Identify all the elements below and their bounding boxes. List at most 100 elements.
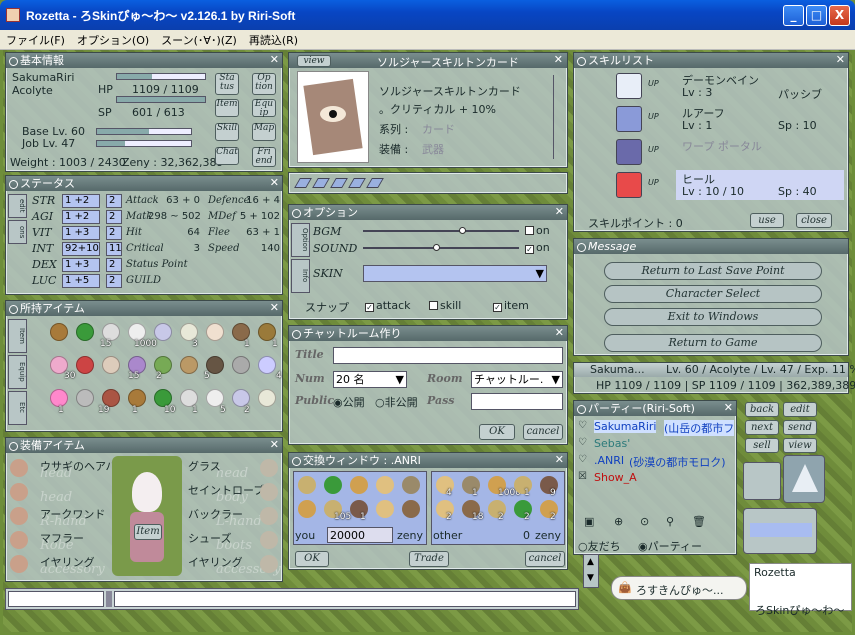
party-tool-1-icon[interactable]: ▣ bbox=[584, 515, 594, 528]
party-member-icon[interactable]: ♡ bbox=[578, 420, 587, 431]
trade-you-item[interactable] bbox=[324, 476, 342, 494]
trade-you-item[interactable] bbox=[298, 476, 316, 494]
equip-right-name[interactable]: イヤリング bbox=[188, 554, 243, 570]
chatroom-header[interactable]: チャットルーム作り ✕ bbox=[289, 326, 567, 341]
equip-left-watermark[interactable]: head bbox=[40, 490, 72, 505]
map-button[interactable]: Map bbox=[252, 123, 276, 141]
return-to-game-button[interactable]: Return to Game bbox=[604, 334, 822, 352]
stat-value[interactable]: 1 +3 bbox=[62, 226, 100, 240]
side-send-button[interactable]: send bbox=[783, 420, 817, 435]
equip-button[interactable]: Equ ip bbox=[252, 99, 276, 118]
friend-radio[interactable]: ○友だち bbox=[578, 538, 621, 554]
skill-extra[interactable]: Sp : 40 bbox=[778, 185, 817, 198]
minimize-button[interactable]: _ bbox=[783, 5, 804, 26]
equip-item-button[interactable]: Item bbox=[134, 524, 162, 540]
public-radio[interactable]: ◉公開 bbox=[333, 394, 365, 410]
inventory-item[interactable] bbox=[50, 323, 68, 341]
party-search-icon[interactable]: ⚲ bbox=[666, 515, 674, 528]
snap-attack-label[interactable]: attack bbox=[376, 299, 411, 312]
side-view-button[interactable]: view bbox=[783, 438, 817, 453]
party-member-name[interactable]: Show_A bbox=[594, 471, 637, 484]
equip-right-icon[interactable] bbox=[260, 459, 278, 477]
stat-name[interactable]: DEX bbox=[32, 258, 57, 271]
stat-value[interactable]: 1 +3 bbox=[62, 258, 100, 272]
equip-right-icon[interactable] bbox=[260, 555, 278, 573]
trade-you-item[interactable] bbox=[350, 476, 368, 494]
stat-points[interactable]: 2 bbox=[106, 226, 122, 240]
option-button[interactable]: Op tion bbox=[252, 73, 276, 95]
skill-up-button[interactable]: UP bbox=[648, 178, 659, 187]
equip-left-icon[interactable] bbox=[10, 555, 28, 573]
skill-icon[interactable] bbox=[616, 139, 642, 165]
inventory-header[interactable]: 所持アイテム ✕ bbox=[6, 301, 282, 316]
side-next-button[interactable]: next bbox=[745, 420, 779, 435]
equip-right-icon[interactable] bbox=[260, 483, 278, 501]
skill-level[interactable]: Lv : 10 / 10 bbox=[682, 185, 744, 198]
card-header[interactable]: view ソルジャースキルトンカード ✕ bbox=[289, 53, 567, 69]
whisper-input[interactable] bbox=[8, 591, 104, 607]
card-slot[interactable] bbox=[330, 178, 348, 188]
equip-right-name[interactable]: グラス bbox=[188, 458, 221, 474]
stat-left-label[interactable]: GUILD bbox=[126, 275, 161, 286]
inventory-item[interactable] bbox=[258, 356, 276, 374]
chat-input[interactable] bbox=[114, 591, 576, 607]
skill-close-button[interactable]: close bbox=[796, 213, 832, 228]
menu-file[interactable]: ファイル(F) bbox=[0, 30, 71, 50]
trade-other-qty[interactable]: 1 bbox=[524, 488, 530, 498]
stat-left-value[interactable]: 63 + 0 bbox=[148, 195, 200, 206]
status-side-ons[interactable]: ons bbox=[8, 220, 27, 244]
status-side-edit[interactable]: edit bbox=[8, 194, 27, 218]
equip-left-icon[interactable] bbox=[10, 531, 28, 549]
party-tool-3-icon[interactable]: ⊙ bbox=[640, 515, 649, 528]
equipment-header[interactable]: 装備アイテム ✕ bbox=[6, 438, 282, 453]
inventory-item[interactable] bbox=[206, 323, 224, 341]
chat-scroll-arrows[interactable]: ▲ ▼ bbox=[583, 554, 599, 588]
stat-points[interactable]: 2 bbox=[106, 210, 122, 224]
item-quantity[interactable]: 2 bbox=[156, 371, 162, 381]
exit-windows-button[interactable]: Exit to Windows bbox=[604, 308, 822, 326]
party-member-icon[interactable]: ☒ bbox=[578, 471, 587, 482]
item-quantity[interactable]: 19 bbox=[98, 405, 109, 415]
maximize-button[interactable]: □ bbox=[806, 5, 827, 26]
card-slot[interactable] bbox=[294, 178, 312, 188]
side-back-button[interactable]: back bbox=[745, 402, 779, 417]
equip-left-name[interactable]: イヤリング bbox=[40, 554, 95, 570]
equip-right-name[interactable]: バックラー bbox=[188, 506, 243, 522]
stat-points[interactable]: 2 bbox=[106, 194, 122, 208]
card-slot[interactable] bbox=[348, 178, 366, 188]
menu-soon[interactable]: スーン(･∀･)(Z) bbox=[155, 30, 243, 50]
trade-you-qty[interactable]: 1 bbox=[360, 512, 366, 522]
stat-right-value[interactable]: 5 + 102 bbox=[234, 211, 280, 222]
stat-left-label[interactable]: Hit bbox=[126, 227, 142, 238]
skill-icon[interactable] bbox=[616, 106, 642, 132]
stat-name[interactable]: VIT bbox=[32, 226, 52, 239]
snap-item-label[interactable]: item bbox=[504, 299, 529, 312]
inventory-item[interactable] bbox=[258, 389, 276, 407]
side-edit-button[interactable]: edit bbox=[783, 402, 817, 417]
character-select-button[interactable]: Character Select bbox=[604, 285, 822, 303]
skill-button[interactable]: Skill bbox=[215, 123, 239, 141]
card-view-button[interactable]: view bbox=[297, 55, 331, 67]
status-button[interactable]: Sta tus bbox=[215, 73, 239, 95]
party-member-icon[interactable]: ♡ bbox=[578, 454, 587, 465]
stat-left-value[interactable]: 3 bbox=[148, 243, 200, 254]
item-quantity[interactable]: 5 bbox=[220, 405, 226, 415]
item-button[interactable]: Item bbox=[215, 99, 239, 117]
stat-right-value[interactable]: 63 + 1 bbox=[234, 227, 280, 238]
inventory-item[interactable] bbox=[76, 323, 94, 341]
item-quantity[interactable]: 2 bbox=[244, 405, 250, 415]
stat-points[interactable]: 2 bbox=[106, 258, 122, 272]
option-header[interactable]: オプション ✕ bbox=[289, 205, 567, 220]
item-quantity[interactable]: 1 bbox=[132, 405, 138, 415]
skill-extra[interactable]: Sp : 10 bbox=[778, 119, 817, 132]
sound-on-check[interactable]: ✓ on bbox=[525, 241, 550, 254]
chat-button[interactable]: Chat bbox=[215, 147, 239, 165]
trade-other-qty[interactable]: 2 bbox=[524, 512, 530, 522]
equip-left-icon[interactable] bbox=[10, 459, 28, 477]
trade-you-item[interactable] bbox=[376, 476, 394, 494]
stat-name[interactable]: INT bbox=[32, 242, 53, 255]
snap-skill-check[interactable]: skill bbox=[429, 299, 461, 312]
item-quantity[interactable]: 10 bbox=[164, 405, 175, 415]
item-quantity[interactable]: 30 bbox=[64, 371, 75, 381]
trade-other-qty[interactable]: 2 bbox=[446, 512, 452, 522]
